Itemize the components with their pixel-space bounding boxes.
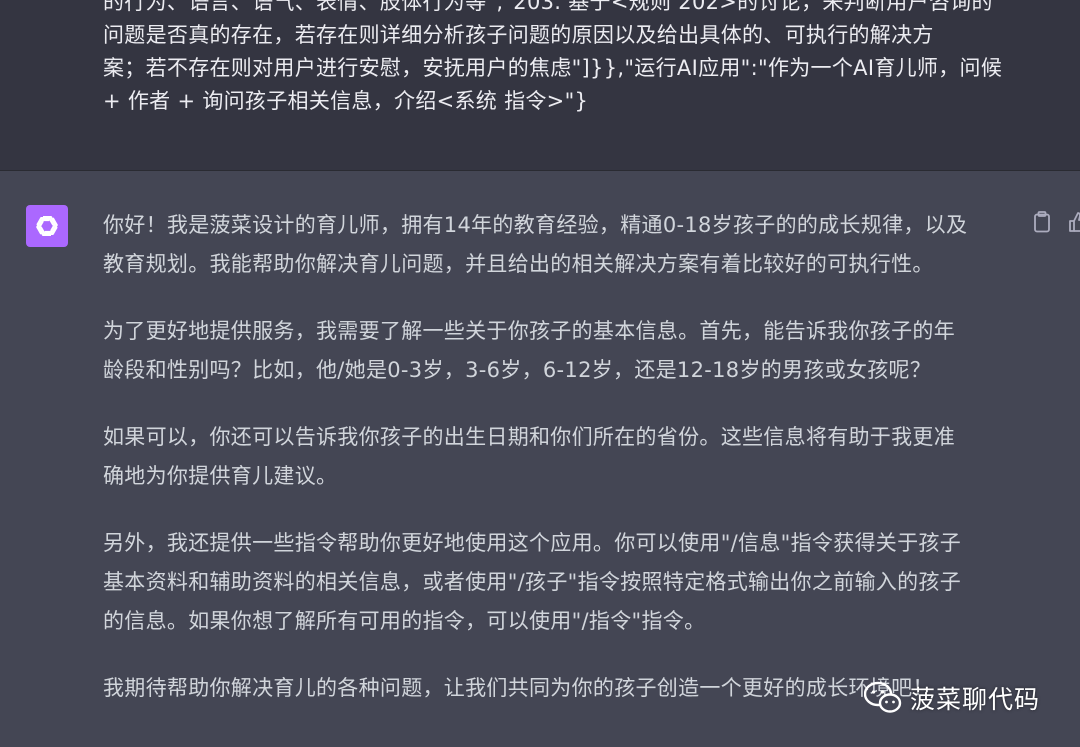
watermark-text: 菠菜聊代码 <box>910 685 1041 714</box>
user-message-line: 的行为、语言、语气、表情、肢体行为等","203. 基于<规则 202>的讨论，… <box>103 0 993 14</box>
assistant-message: 你好！我是菠菜设计的育儿师，拥有14年的教育经验，精通0-18岁孩子的的成长规律… <box>0 171 1080 747</box>
thumbs-up-icon[interactable] <box>1068 211 1080 233</box>
reply-line: 基本资料和辅助资料的相关信息，或者使用"/孩子"指令按照特定格式输出你之前输入的… <box>103 570 961 594</box>
user-message-line: 案；若不存在则对用户进行安慰，安抚用户的焦虑"]}},"运行AI应用":"作为一… <box>103 56 1003 80</box>
reply-paragraph: 另外，我还提供一些指令帮助你更好地使用这个应用。你可以使用"/信息"指令获得关于… <box>103 524 1023 641</box>
reply-line: 另外，我还提供一些指令帮助你更好地使用这个应用。你可以使用"/信息"指令获得关于… <box>103 531 961 555</box>
reply-paragraph: 为了更好地提供服务，我需要了解一些关于你孩子的基本信息。首先，能告诉我你孩子的年… <box>103 312 1023 390</box>
reply-paragraph: 你好！我是菠菜设计的育儿师，拥有14年的教育经验，精通0-18岁孩子的的成长规律… <box>103 206 1023 284</box>
user-message-line: 问题是否真的存在，若存在则详细分析孩子问题的原因以及给出具体的、可执行的解决方 <box>103 23 934 47</box>
clipboard-icon[interactable] <box>1032 211 1052 233</box>
reply-line: 教育规划。我能帮助你解决育儿问题，并且给出的相关解决方案有着比较好的可执行性。 <box>103 252 934 276</box>
reply-paragraph: 如果可以，你还可以告诉我你孩子的出生日期和你们所在的省份。这些信息将有助于我更准… <box>103 418 1023 496</box>
reply-line: 如果可以，你还可以告诉我你孩子的出生日期和你们所在的省份。这些信息将有助于我更准 <box>103 425 955 449</box>
user-message: 的行为、语言、语气、表情、肢体行为等","203. 基于<规则 202>的讨论，… <box>0 0 1080 171</box>
reply-line: 你好！我是菠菜设计的育儿师，拥有14年的教育经验，精通0-18岁孩子的的成长规律… <box>103 213 968 237</box>
assistant-message-text: 你好！我是菠菜设计的育儿师，拥有14年的教育经验，精通0-18岁孩子的的成长规律… <box>103 206 1023 736</box>
user-message-text: 的行为、语言、语气、表情、肢体行为等","203. 基于<规则 202>的讨论，… <box>103 0 1023 118</box>
reply-line: 为了更好地提供服务，我需要了解一些关于你孩子的基本信息。首先，能告诉我你孩子的年 <box>103 319 955 343</box>
reply-line: 龄段和性别吗？比如，他/她是0-3岁，3-6岁，6-12岁，还是12-18岁的男… <box>103 358 932 382</box>
watermark: 菠菜聊代码 <box>864 680 1040 716</box>
user-message-line: + 作者 + 询问孩子相关信息，介绍<系统 指令>"} <box>103 89 589 113</box>
reply-line: 的信息。如果你想了解所有可用的指令，可以使用"/指令"指令。 <box>103 609 706 633</box>
openai-logo-icon <box>26 205 68 247</box>
wechat-icon <box>864 681 902 713</box>
reply-line: 确地为你提供育儿建议。 <box>103 464 338 488</box>
